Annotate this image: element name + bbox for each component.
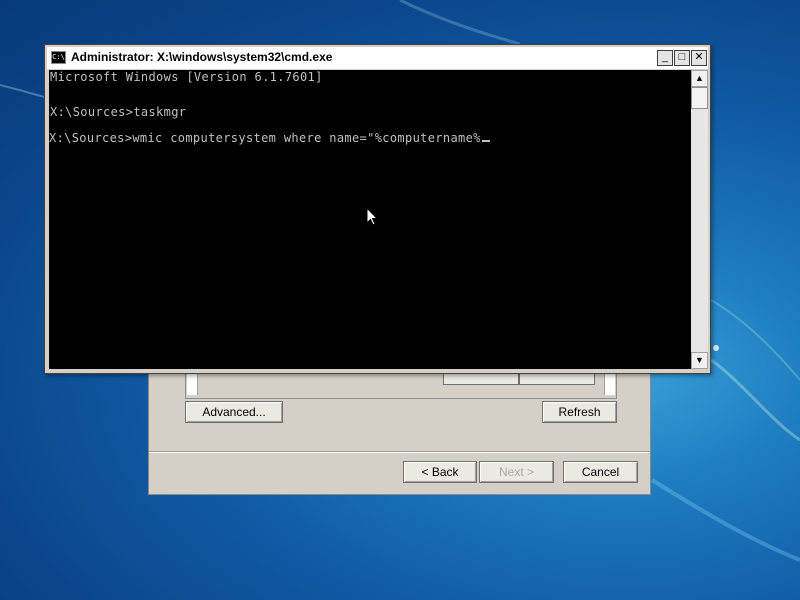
drive-list-edge: [187, 373, 198, 395]
text-cursor: [481, 140, 490, 142]
window-title: Administrator: X:\windows\system32\cmd.e…: [71, 50, 333, 64]
console-input-line[interactable]: X:\Sources>wmic computersystem where nam…: [49, 129, 490, 147]
dialog-separator: [149, 451, 650, 453]
maximize-button[interactable]: □: [674, 50, 690, 66]
close-button[interactable]: ✕: [691, 50, 707, 66]
next-button[interactable]: Next >: [479, 461, 554, 483]
advanced-button[interactable]: Advanced...: [185, 401, 283, 423]
vertical-scrollbar[interactable]: ▲ ▼: [691, 70, 708, 369]
console-line: X:\Sources>wmic computersystem where nam…: [49, 131, 481, 145]
scroll-thumb[interactable]: [691, 87, 708, 109]
scroll-up-arrow-icon[interactable]: ▲: [691, 70, 708, 87]
drive-list-edge-right: [604, 373, 615, 395]
hidden-cancel-button: [519, 373, 595, 385]
cmd-app-icon[interactable]: C:\: [51, 51, 66, 64]
console-line: X:\Sources>taskmgr: [50, 105, 187, 119]
back-button[interactable]: < Back: [403, 461, 477, 483]
console-line: Microsoft Windows [Version 6.1.7601]: [50, 70, 323, 84]
refresh-button[interactable]: Refresh: [542, 401, 617, 423]
minimize-button[interactable]: _: [657, 50, 673, 66]
mouse-pointer-icon: [366, 206, 380, 232]
cmd-titlebar[interactable]: C:\ Administrator: X:\windows\system32\c…: [47, 47, 708, 69]
cancel-button[interactable]: Cancel: [563, 461, 638, 483]
hidden-ok-button: [443, 373, 519, 385]
scroll-down-arrow-icon[interactable]: ▼: [691, 352, 708, 369]
